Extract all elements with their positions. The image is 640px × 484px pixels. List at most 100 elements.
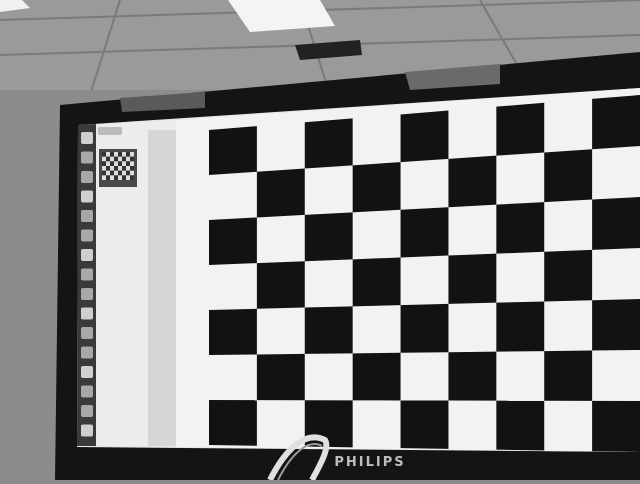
launcher-app-icon[interactable] <box>81 346 93 359</box>
board-dark-square <box>304 212 353 262</box>
thumbnail-square <box>110 161 114 166</box>
thumbnail-square <box>106 170 110 176</box>
board-dark-square <box>352 162 401 213</box>
thumbnail-square <box>118 175 122 180</box>
board-dark-square <box>209 308 257 355</box>
thumbnail-square <box>110 152 114 157</box>
board-dark-square <box>544 149 593 203</box>
thumbnail-square <box>110 170 114 176</box>
launcher-app-icon[interactable] <box>81 132 93 144</box>
thumbnail-square <box>122 166 126 171</box>
thumbnail-square <box>102 161 106 166</box>
sidebar-column <box>148 130 176 446</box>
board-dark-square <box>352 257 401 307</box>
thumbnail-square <box>114 175 118 180</box>
thumbnail-square <box>130 170 134 176</box>
photo-svg <box>0 0 640 482</box>
thumbnail-square <box>114 161 118 166</box>
board-dark-square <box>544 249 593 302</box>
thumbnail-square <box>110 156 114 162</box>
board-dark-square <box>304 306 353 354</box>
thumbnail-square <box>102 152 106 157</box>
board-dark-square <box>256 168 305 218</box>
board-dark-square <box>544 350 593 401</box>
launcher-app-icon[interactable] <box>81 424 93 437</box>
thumbnail-square <box>122 175 126 180</box>
thumbnail-square <box>122 152 126 157</box>
board-dark-square <box>448 253 497 304</box>
board-dark-square <box>592 95 640 150</box>
thumbnail-square <box>102 166 106 171</box>
board-dark-square <box>496 102 545 156</box>
launcher-app-icon[interactable] <box>81 210 93 222</box>
sidebar-tab <box>98 127 122 135</box>
thumbnail-square <box>114 156 118 162</box>
thumbnail-square <box>126 156 130 162</box>
thumbnail-square <box>130 152 134 157</box>
board-dark-square <box>496 301 545 352</box>
thumbnail-square <box>130 156 134 162</box>
thumbnail-square <box>130 166 134 171</box>
thumbnail-square <box>106 166 110 171</box>
board-dark-square <box>448 155 497 208</box>
thumbnail-square <box>126 175 130 180</box>
launcher-app-icon[interactable] <box>81 307 93 320</box>
photo-scene: PHILIPS <box>0 0 640 482</box>
board-dark-square <box>209 400 257 446</box>
thumbnail-square <box>110 166 114 171</box>
launcher-app-icon[interactable] <box>81 268 93 281</box>
thumbnail-square <box>114 170 118 176</box>
thumbnail-square <box>114 152 118 157</box>
thumbnail-square <box>118 156 122 162</box>
thumbnail-square <box>106 175 110 180</box>
board-dark-square <box>256 261 305 309</box>
board-dark-square <box>448 351 497 401</box>
thumbnail-square <box>118 170 122 176</box>
launcher-app-icon[interactable] <box>81 327 93 339</box>
board-dark-square <box>256 353 305 401</box>
launcher-app-icon[interactable] <box>81 249 93 261</box>
thumbnail-square <box>118 166 122 171</box>
launcher-app-icon[interactable] <box>81 385 93 398</box>
board-dark-square <box>400 303 449 353</box>
thumbnail-square <box>106 161 110 166</box>
thumbnail-square <box>118 152 122 157</box>
board-dark-square <box>400 207 449 258</box>
board-dark-square <box>209 126 257 175</box>
thumbnail-square <box>130 161 134 166</box>
board-dark-square <box>592 400 640 452</box>
thumbnail-square <box>106 152 110 157</box>
thumbnail-square <box>114 166 118 171</box>
board-dark-square <box>400 400 449 449</box>
launcher-app-icon[interactable] <box>81 190 93 203</box>
launcher-app-icon[interactable] <box>81 405 93 417</box>
board-dark-square <box>304 118 353 169</box>
launcher-app-icon[interactable] <box>81 151 93 164</box>
thumbnail-square <box>122 170 126 176</box>
thumbnail-square <box>126 166 130 171</box>
thumbnail-square <box>102 175 106 180</box>
thumbnail-square <box>130 175 134 180</box>
thumbnail-square <box>122 161 126 166</box>
thumbnail-square <box>122 156 126 162</box>
thumbnail-square <box>126 161 130 166</box>
monitor-brand-label: PHILIPS <box>334 455 406 470</box>
board-dark-square <box>592 197 640 250</box>
thumbnail-square <box>126 170 130 176</box>
board-dark-square <box>592 299 640 351</box>
launcher-app-icon[interactable] <box>81 229 93 242</box>
launcher-app-icon[interactable] <box>81 366 93 378</box>
board-dark-square <box>496 202 545 254</box>
thumbnail-square <box>102 156 106 162</box>
thumbnail-square <box>106 156 110 162</box>
board-dark-square <box>209 217 257 265</box>
thumbnail-pattern <box>102 152 134 180</box>
board-dark-square <box>400 110 449 163</box>
board-dark-square <box>352 352 401 401</box>
thumbnail-square <box>110 175 114 180</box>
launcher-app-icon[interactable] <box>81 171 93 183</box>
board-dark-square <box>496 400 545 451</box>
thumbnail-square <box>126 152 130 157</box>
launcher-app-icon[interactable] <box>81 288 93 300</box>
thumbnail-square <box>118 161 122 166</box>
